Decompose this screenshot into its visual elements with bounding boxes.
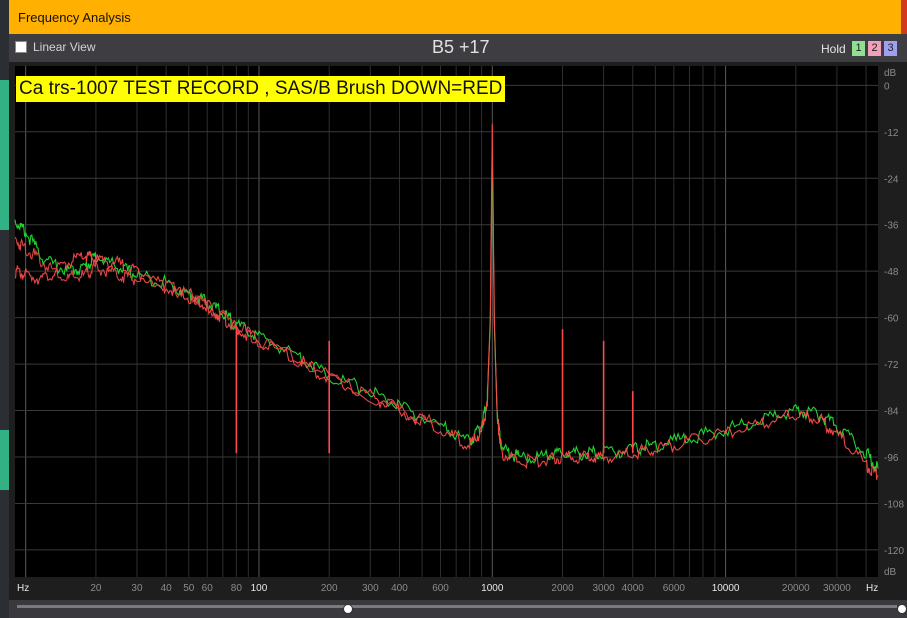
plot-area xyxy=(15,66,878,577)
x-tick-label: 2000 xyxy=(551,583,574,594)
window-title: Frequency Analysis xyxy=(18,10,131,25)
y-tick-label: -48 xyxy=(884,267,899,278)
y-unit-label: dB xyxy=(884,68,897,79)
y-tick-label: -96 xyxy=(884,453,899,464)
spectrum-chart[interactable]: 0 -12 -24 -36 -48 -60 -72 -84 -96 -108 -120 20 30 40 5… xyxy=(9,62,907,602)
x-tick-label: 20 xyxy=(90,583,102,594)
x-tick-label: 40 xyxy=(161,583,173,594)
y-tick-label: -84 xyxy=(884,407,899,418)
scroll-handle-left[interactable] xyxy=(343,604,353,614)
scroll-bar[interactable] xyxy=(9,600,907,618)
hold-label: Hold xyxy=(821,42,846,56)
y-tick-label: -36 xyxy=(884,221,899,232)
y-tick-label: 0 xyxy=(884,81,890,92)
y-tick-label: -12 xyxy=(884,128,899,139)
y-tick-label: -24 xyxy=(884,174,899,185)
hold-button-2[interactable]: 2 xyxy=(868,41,881,56)
scroll-handle-right[interactable] xyxy=(897,604,907,614)
x-tick-label: 300 xyxy=(362,583,379,594)
linear-view-checkbox[interactable] xyxy=(15,41,27,53)
y-tick-label: -108 xyxy=(884,499,904,510)
hold-button-3[interactable]: 3 xyxy=(884,41,897,56)
x-tick-label: 3000 xyxy=(592,583,615,594)
linear-view-label: Linear View xyxy=(33,40,96,54)
x-tick-label: 50 xyxy=(183,583,195,594)
analysis-toolbar: Linear View B5 +17 Hold 1 2 3 xyxy=(9,34,907,62)
hold-button-1[interactable]: 1 xyxy=(852,41,865,56)
y-tick-label: -120 xyxy=(884,546,904,557)
x-tick-label: 30 xyxy=(131,583,143,594)
x-tick-label: 6000 xyxy=(663,583,686,594)
x-tick-label: 1000 xyxy=(481,583,504,594)
x-tick-label: 20000 xyxy=(782,583,810,594)
note-readout: B5 +17 xyxy=(432,37,490,57)
y-unit-label: dB xyxy=(884,567,897,578)
x-tick-label: 200 xyxy=(321,583,338,594)
x-tick-label: 100 xyxy=(251,583,268,594)
x-tick-label: 30000 xyxy=(823,583,851,594)
y-tick-label: -72 xyxy=(884,360,899,371)
x-tick-label: 80 xyxy=(231,583,243,594)
x-tick-label: 60 xyxy=(202,583,214,594)
x-tick-label: 600 xyxy=(432,583,449,594)
x-tick-label: 4000 xyxy=(622,583,645,594)
window-title-bar: Frequency Analysis xyxy=(9,0,907,34)
x-tick-label: 400 xyxy=(391,583,408,594)
scroll-track[interactable] xyxy=(17,605,897,608)
x-unit-label: Hz xyxy=(866,583,878,594)
recording-label: Ca trs-1007 TEST RECORD , SAS/B Brush DO… xyxy=(16,76,506,102)
y-tick-label: -60 xyxy=(884,314,899,325)
spectrum-plot-frame: 0 -12 -24 -36 -48 -60 -72 -84 -96 -108 -120 20 30 40 5… xyxy=(9,62,907,602)
x-unit-label: Hz xyxy=(17,583,29,594)
close-button[interactable] xyxy=(901,0,907,34)
x-tick-label: 10000 xyxy=(712,583,740,594)
